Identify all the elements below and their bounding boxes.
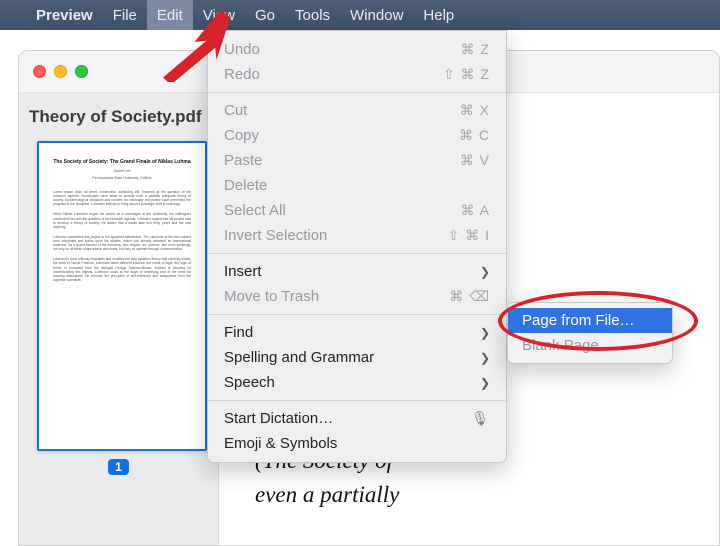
menu-bar: Preview File Edit View Go Tools Window H… <box>0 0 720 30</box>
menu-file[interactable]: File <box>103 0 147 30</box>
menu-shortcut: ⌘ V <box>460 152 490 169</box>
menu-item-move-to-trash: Move to Trash ⌘ ⌫ <box>208 284 506 309</box>
menu-item-label: Spelling and Grammar <box>224 349 374 366</box>
document-name: Theory of Society.pdf <box>19 103 218 137</box>
menu-item-redo: Redo ⇧ ⌘ Z <box>208 62 506 87</box>
menu-edit[interactable]: Edit <box>147 0 193 30</box>
chevron-right-icon: ❯ <box>480 351 490 365</box>
menu-item-label: Undo <box>224 41 260 58</box>
menu-item-label: Copy <box>224 127 259 144</box>
menu-item-emoji-symbols[interactable]: Emoji & Symbols <box>208 431 506 456</box>
menu-item-label: Invert Selection <box>224 227 327 244</box>
menu-item-start-dictation-[interactable]: Start Dictation… 🎙 <box>208 406 506 431</box>
body-line: even a partially <box>255 478 719 511</box>
menu-item-find[interactable]: Find ❯ <box>208 320 506 345</box>
thumb-title: The Society of Society: The Grand Finale… <box>53 159 191 165</box>
thumbnail-sidebar: Theory of Society.pdf The Society of Soc… <box>19 93 219 545</box>
traffic-lights <box>33 65 88 78</box>
thumb-institution: Pennsylvania State University, DuBois <box>53 176 191 180</box>
zoom-button[interactable] <box>75 65 88 78</box>
menu-item-delete: Delete <box>208 173 506 198</box>
menu-go[interactable]: Go <box>245 0 285 30</box>
thumb-author: Daniel Lee <box>53 169 191 173</box>
menu-item-label: Paste <box>224 152 262 169</box>
menu-item-label: Cut <box>224 102 247 119</box>
menu-item-label: Find <box>224 324 253 341</box>
close-button[interactable] <box>33 65 46 78</box>
page-number-badge[interactable]: 1 <box>108 459 129 475</box>
menu-shortcut: ⌘ C <box>459 127 490 144</box>
menu-shortcut: ⇧ ⌘ I <box>448 227 490 244</box>
menu-item-label: Select All <box>224 202 286 219</box>
menu-window[interactable]: Window <box>340 0 413 30</box>
menu-shortcut: 🎙 <box>471 410 490 427</box>
chevron-right-icon: ❯ <box>480 376 490 390</box>
menu-item-copy: Copy ⌘ C <box>208 123 506 148</box>
menu-tools[interactable]: Tools <box>285 0 340 30</box>
menu-item-cut: Cut ⌘ X <box>208 98 506 123</box>
menu-item-label: Redo <box>224 66 260 83</box>
chevron-right-icon: ❯ <box>480 326 490 340</box>
edit-menu-dropdown: Undo ⌘ Z Redo ⇧ ⌘ Z Cut ⌘ X Copy ⌘ C Paste ⌘ V Del… <box>207 30 507 463</box>
menu-shortcut: ⌘ Z <box>461 41 490 58</box>
insert-submenu: Page from File…Blank Page <box>507 302 673 364</box>
chevron-right-icon: ❯ <box>480 265 490 279</box>
menu-item-undo: Undo ⌘ Z <box>208 37 506 62</box>
thumb-body-text: Lorem ipsum dolor sit amet, consectetur … <box>53 190 191 206</box>
menu-item-paste: Paste ⌘ V <box>208 148 506 173</box>
menu-item-label: Start Dictation… <box>224 410 333 427</box>
submenu-item-page-from-file-[interactable]: Page from File… <box>508 308 672 333</box>
menu-item-spelling-and-grammar[interactable]: Spelling and Grammar ❯ <box>208 345 506 370</box>
page-thumbnail[interactable]: The Society of Society: The Grand Finale… <box>37 141 207 451</box>
minimize-button[interactable] <box>54 65 67 78</box>
menu-item-insert[interactable]: Insert ❯ <box>208 259 506 284</box>
menu-shortcut: ⌘ X <box>460 102 490 119</box>
menu-item-select-all: Select All ⌘ A <box>208 198 506 223</box>
submenu-item-blank-page[interactable]: Blank Page <box>508 333 672 358</box>
menu-item-label: Insert <box>224 263 262 280</box>
thumb-body-text: When Niklas Luhmann began his career as … <box>53 212 191 228</box>
menu-item-speech[interactable]: Speech ❯ <box>208 370 506 395</box>
menu-shortcut: ⇧ ⌘ Z <box>443 66 490 83</box>
menu-shortcut: ⌘ ⌫ <box>449 288 490 305</box>
menu-item-label: Speech <box>224 374 275 391</box>
menu-shortcut: ⌘ A <box>461 202 490 219</box>
menu-view[interactable]: View <box>193 0 245 30</box>
thumb-body-text: Luhmann completed this project to his ap… <box>53 235 191 251</box>
menu-item-label: Move to Trash <box>224 288 319 305</box>
menu-item-label: Emoji & Symbols <box>224 435 337 452</box>
thumb-body-text: Luhmann's book critically evaluates and … <box>53 257 191 282</box>
menu-item-label: Delete <box>224 177 267 194</box>
menu-help[interactable]: Help <box>413 0 464 30</box>
app-name[interactable]: Preview <box>26 7 103 24</box>
menu-item-invert-selection: Invert Selection ⇧ ⌘ I <box>208 223 506 248</box>
